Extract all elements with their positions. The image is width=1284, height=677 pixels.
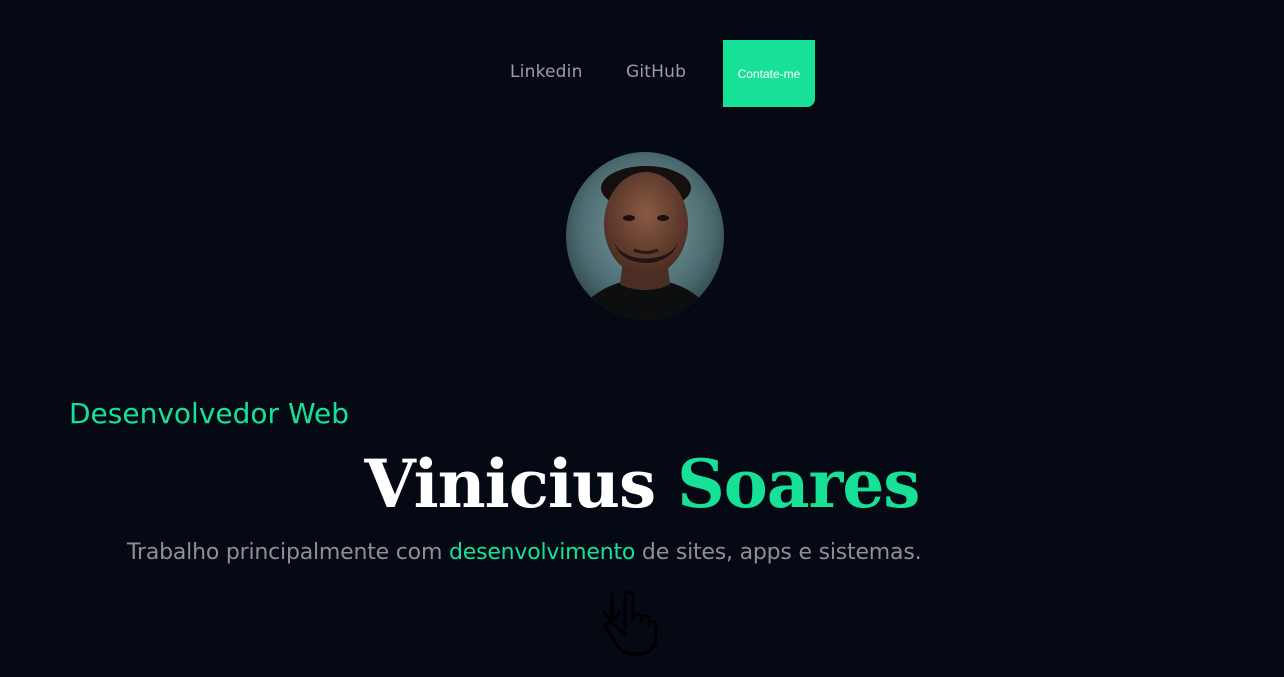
hero-name-last: Soares [677,445,920,523]
hero-name-first: Vinicius [364,445,657,523]
description-highlight: desenvolvimento [448,540,636,565]
nav-link-linkedin[interactable]: Linkedin [510,62,583,82]
hero-subtitle: Desenvolvedor Web [69,397,349,430]
top-nav: Linkedin GitHub Contate-me [0,40,1284,107]
contact-button[interactable]: Contate-me [723,40,815,107]
profile-avatar [566,152,724,320]
hero-name: Vinicius Soares [0,445,1284,523]
description-text-before: Trabalho principalmente com [127,540,449,565]
hero-description: Trabalho principalmente com desenvolvime… [127,540,922,565]
nav-link-github[interactable]: GitHub [626,62,686,82]
description-text-after: de sites, apps e sistemas. [635,540,922,565]
pointing-hand-down-icon[interactable] [598,588,660,658]
